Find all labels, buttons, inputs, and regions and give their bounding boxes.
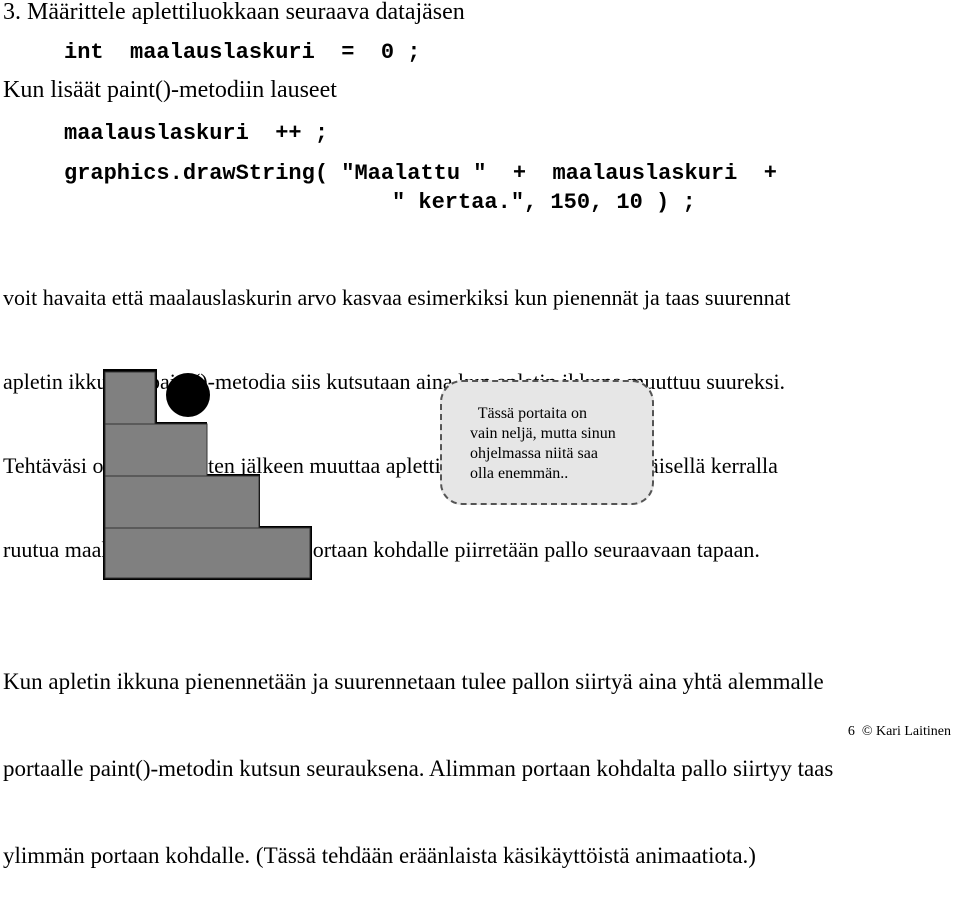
paragraph-line: voit havaita että maalauslaskurin arvo k… xyxy=(3,285,791,310)
intro-text: Kun lisäät paint()-metodiin lauseet xyxy=(3,77,337,103)
paragraph-line: portaalle paint()-metodin kutsun seurauk… xyxy=(3,756,834,781)
note-line: Tässä portaita on xyxy=(470,405,588,422)
note-callout: Tässä portaita on vain neljä, mutta sinu… xyxy=(440,380,654,505)
code-line-drawstring-cont: " kertaa.", 150, 10 ) ; xyxy=(392,190,696,215)
stair-step-4 xyxy=(104,527,311,579)
paragraph-animation: Kun apletin ikkuna pienennetään ja suure… xyxy=(3,609,833,899)
ball-icon xyxy=(166,373,210,417)
note-line: olla enemmän.. xyxy=(470,465,569,482)
note-text: Tässä portaita on vain neljä, mutta sinu… xyxy=(470,404,616,484)
code-line-increment: maalauslaskuri ++ ; xyxy=(64,121,329,146)
page-footer: 6 © Kari Laitinen xyxy=(848,724,951,740)
stair-step-1 xyxy=(104,371,156,425)
paragraph-line: Kun apletin ikkuna pienennetään ja suure… xyxy=(3,669,824,694)
code-line-drawstring: graphics.drawString( "Maalattu " + maala… xyxy=(64,161,777,186)
stair-step-3 xyxy=(104,475,260,529)
note-line: ohjelmassa niitä saa xyxy=(470,445,598,462)
copyright: © Kari Laitinen xyxy=(861,724,951,739)
paragraph-line: ylimmän portaan kohdalle. (Tässä tehdään… xyxy=(3,843,756,868)
page-number: 6 xyxy=(847,724,855,739)
exercise-heading: 3. Määrittele aplettiluokkaan seuraava d… xyxy=(3,0,465,25)
stairs-figure xyxy=(103,369,312,580)
stair-step-2 xyxy=(104,423,208,477)
code-declaration: int maalauslaskuri = 0 ; xyxy=(64,40,421,65)
note-line: vain neljä, mutta sinun xyxy=(470,425,616,442)
